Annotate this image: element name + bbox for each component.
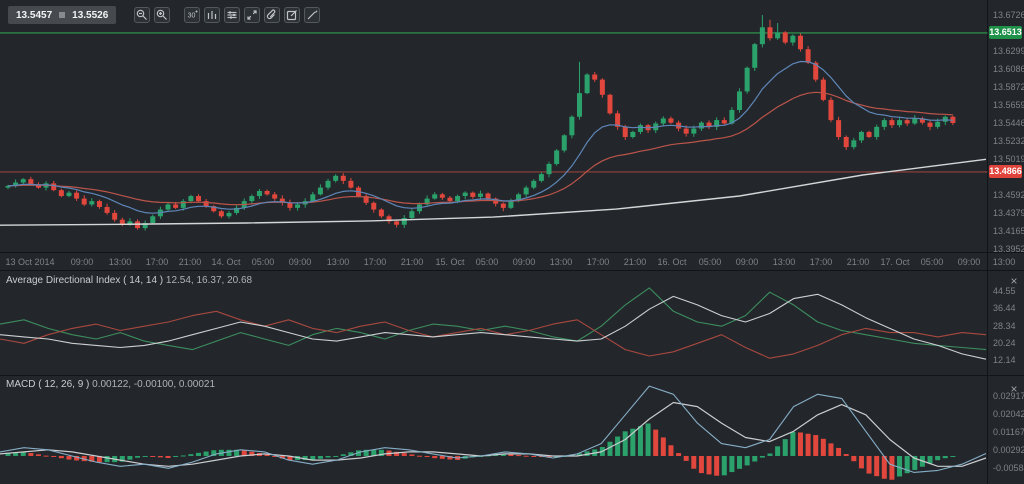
time-tick-label: 17:00 [587, 257, 610, 267]
axis-tick-label: 13.5019 [993, 154, 1024, 164]
time-tick-label: 05:00 [252, 257, 275, 267]
time-tick-label: 14. Oct [211, 257, 240, 267]
time-tick-label: 05:00 [699, 257, 722, 267]
macd-close-icon[interactable]: × [1008, 384, 1020, 396]
time-tick-label: 17:00 [146, 257, 169, 267]
time-tick-label: 13:00 [109, 257, 132, 267]
zoom-out-button[interactable] [134, 7, 150, 23]
low-level-badge[interactable]: 13.4866 [989, 165, 1022, 178]
sliders-icon [225, 8, 239, 22]
svg-text:30: 30 [188, 13, 196, 20]
timeframe-30-button[interactable]: 30 [184, 7, 200, 23]
time-tick-label: 05:00 [921, 257, 944, 267]
trading-chart-window: 13.5457 13.5526 30 13.6726 13.6299 13.6086… [0, 0, 1024, 484]
annotate-button[interactable] [284, 7, 300, 23]
time-tick-label: 21:00 [847, 257, 870, 267]
time-tick-label: 17:00 [364, 257, 387, 267]
axis-tick-label: -0.00584 [993, 463, 1024, 473]
axis-tick-label: 13.6299 [993, 46, 1024, 56]
time-tick-label: 09:00 [71, 257, 94, 267]
macd-title-text: MACD ( 12, 26, 9 ) [6, 379, 89, 390]
toolbar-buttons: 30 [134, 7, 320, 23]
time-tick-label: 13:00 [773, 257, 796, 267]
time-tick-label: 13:00 [327, 257, 350, 267]
time-tick-label: 13:00 [550, 257, 573, 267]
axis-tick-label: 0.01167 [993, 427, 1024, 437]
axis-tick-label: 0.02042 [993, 409, 1024, 419]
time-tick-label: 21:00 [401, 257, 424, 267]
time-tick-label: 21:00 [624, 257, 647, 267]
time-tick-label: 13:00 [993, 257, 1016, 267]
magnifier-plus-icon [155, 8, 169, 22]
time-tick-label: 17. Oct [880, 257, 909, 267]
axis-tick-label: 13.5232 [993, 136, 1024, 146]
axis-tick-label: 13.4592 [993, 190, 1024, 200]
macd-values-text: 0.00122, -0.00100, 0.00021 [92, 379, 215, 390]
expand-button[interactable] [244, 7, 260, 23]
attach-button[interactable] [264, 7, 280, 23]
high-level-badge[interactable]: 13.6513 [989, 26, 1022, 39]
chart-type-button[interactable] [204, 7, 220, 23]
adx-close-icon[interactable]: × [1008, 276, 1020, 288]
bid-price: 13.5457 [16, 10, 52, 21]
axis-tick-label: 13.6726 [993, 10, 1024, 20]
time-tick-label: 16. Oct [657, 257, 686, 267]
axis-tick-label: 13.3952 [993, 244, 1024, 254]
adx-title-text: Average Directional Index ( 14, 14 ) [6, 275, 163, 286]
time-tick-label: 15. Oct [435, 257, 464, 267]
axis-tick-label: 28.34 [993, 321, 1016, 331]
axis-tick-label: 0.00292 [993, 445, 1024, 455]
compose-icon [285, 8, 299, 22]
time-tick-label: 09:00 [958, 257, 981, 267]
time-tick-label: 21:00 [179, 257, 202, 267]
adx-panel-title: Average Directional Index ( 14, 14 ) 12.… [6, 275, 252, 286]
draw-button[interactable] [304, 7, 320, 23]
indicators-button[interactable] [224, 7, 240, 23]
spread-marker-icon [59, 12, 65, 18]
magnifier-minus-icon [135, 8, 149, 22]
time-tick-label: 09:00 [736, 257, 759, 267]
timeframe-30-icon: 30 [185, 8, 199, 22]
time-tick-label: 09:00 [513, 257, 536, 267]
bars-icon [205, 8, 219, 22]
adx-values-text: 12.54, 16.37, 20.68 [166, 275, 252, 286]
price-quote-pill: 13.5457 13.5526 [8, 6, 116, 24]
axis-tick-label: 13.6086 [993, 64, 1024, 74]
charts-canvas [0, 0, 1024, 484]
brush-icon [305, 8, 319, 22]
axis-tick-label: 13.4379 [993, 208, 1024, 218]
axis-tick-label: 20.24 [993, 338, 1016, 348]
time-tick-label: 17:00 [810, 257, 833, 267]
axis-tick-label: 36.44 [993, 303, 1016, 313]
time-tick-label: 09:00 [289, 257, 312, 267]
axis-tick-label: 12.14 [993, 355, 1016, 365]
time-tick-label: 13 Oct 2014 [5, 257, 54, 267]
toolbar: 13.5457 13.5526 30 [8, 6, 320, 24]
axis-tick-label: 13.5446 [993, 118, 1024, 128]
expand-icon [245, 8, 259, 22]
axis-tick-label: 13.5872 [993, 82, 1024, 92]
time-tick-label: 05:00 [476, 257, 499, 267]
paperclip-icon [265, 8, 279, 22]
zoom-in-button[interactable] [154, 7, 170, 23]
ask-price: 13.5526 [72, 10, 108, 21]
axis-tick-label: 13.4165 [993, 226, 1024, 236]
axis-tick-label: 13.5659 [993, 100, 1024, 110]
macd-panel-title: MACD ( 12, 26, 9 ) 0.00122, -0.00100, 0.… [6, 379, 215, 390]
